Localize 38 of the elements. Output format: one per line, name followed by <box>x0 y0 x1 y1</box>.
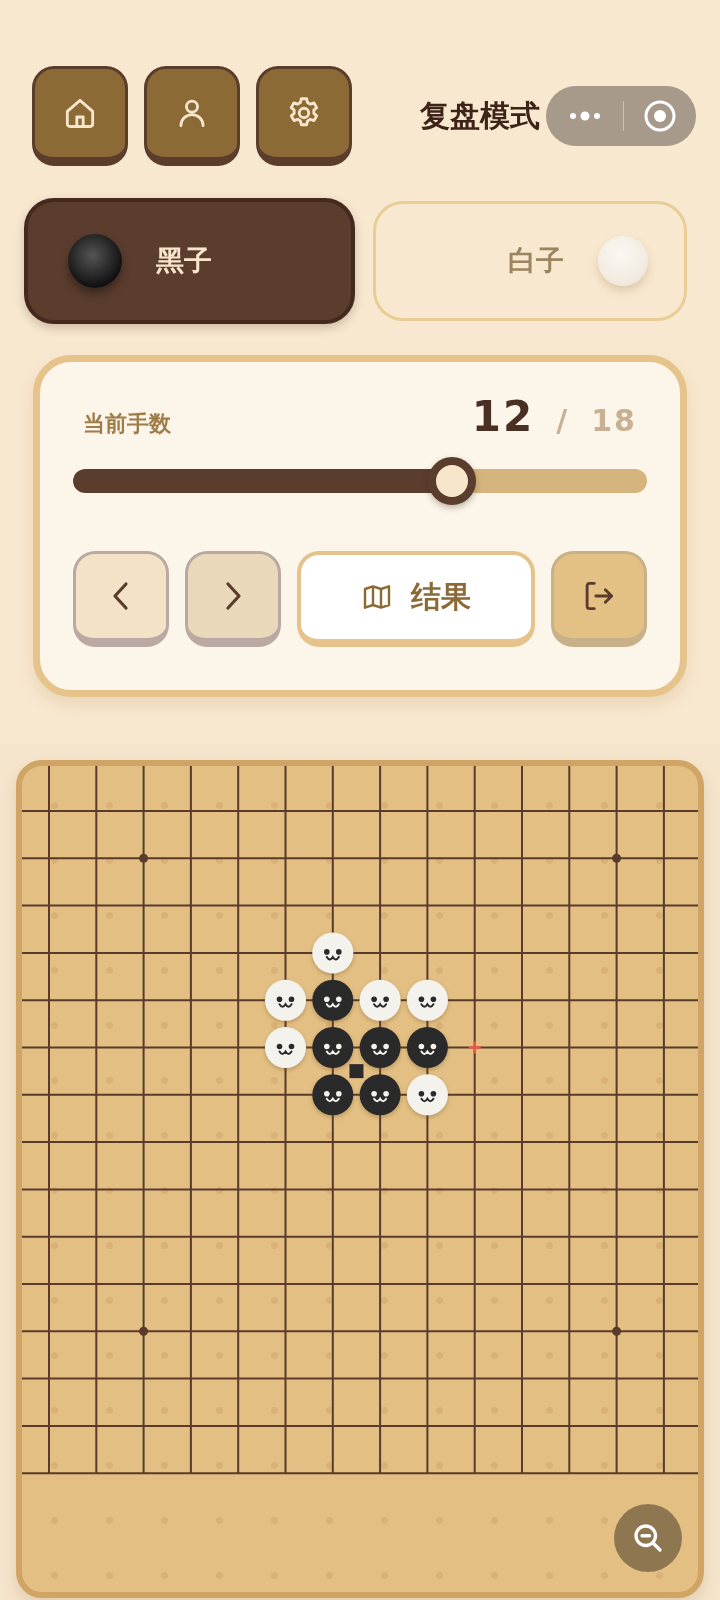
stone <box>406 1027 448 1068</box>
stone <box>359 1074 401 1116</box>
hint-marker <box>468 1041 481 1054</box>
stone-icon <box>68 234 122 288</box>
current-move: 12 <box>471 392 535 441</box>
stone <box>312 979 354 1021</box>
total-moves: 18 <box>591 403 637 438</box>
stone <box>312 932 354 974</box>
target-icon <box>642 99 677 133</box>
home-button[interactable] <box>32 66 128 166</box>
player-card[interactable]: 白子 <box>373 201 687 321</box>
profile-button[interactable] <box>144 66 240 166</box>
capsule-menu[interactable] <box>546 86 696 146</box>
slider-track[interactable] <box>73 469 647 493</box>
star-point <box>612 853 622 863</box>
stone <box>359 1027 401 1068</box>
star-point <box>139 1326 149 1336</box>
move-label: 当前手数 <box>83 409 171 438</box>
result-button[interactable]: 结果 <box>297 551 535 647</box>
exit-button[interactable] <box>551 551 647 647</box>
page-title: 复盘模式 <box>420 96 540 135</box>
stone <box>406 979 448 1021</box>
star-point <box>139 853 149 863</box>
settings-button[interactable] <box>256 66 352 166</box>
stone <box>265 979 306 1021</box>
star-point <box>612 1326 622 1336</box>
stone <box>359 979 401 1021</box>
stone <box>265 1027 306 1068</box>
stone <box>312 1027 354 1068</box>
stone <box>406 1074 448 1116</box>
cursor-marker <box>349 1064 364 1079</box>
player-card[interactable]: 黑子 <box>24 198 356 324</box>
player-label: 白子 <box>508 243 564 279</box>
game-board[interactable] <box>16 760 704 1598</box>
stone-icon <box>598 236 648 286</box>
player-label: 黑子 <box>156 243 212 279</box>
stone <box>312 1074 354 1116</box>
separator: / <box>556 403 570 438</box>
